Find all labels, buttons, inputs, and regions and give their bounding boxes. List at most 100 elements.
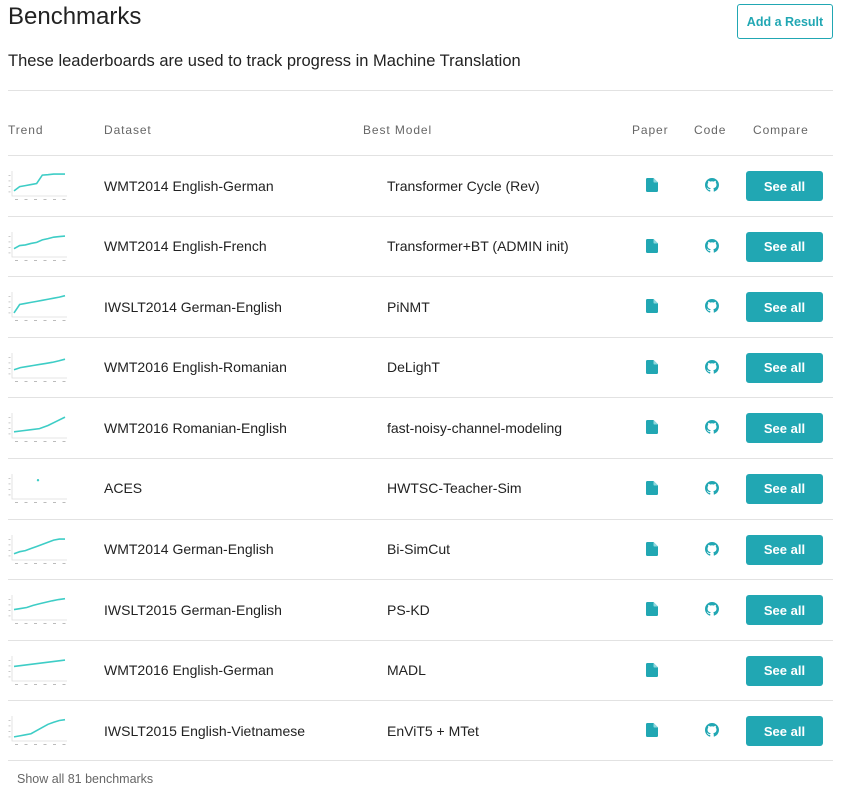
sparkline-tick-label xyxy=(8,670,11,672)
file-icon[interactable] xyxy=(646,602,658,617)
file-icon[interactable] xyxy=(646,178,658,192)
file-icon[interactable] xyxy=(646,359,658,374)
see-all-button[interactable]: See all xyxy=(746,534,823,565)
sparkline-line xyxy=(13,598,66,611)
dataset-link[interactable]: IWSLT2015 English-Vietnamese xyxy=(104,701,305,760)
sparkline-line xyxy=(13,358,66,371)
table-row: IWSLT2014 German-English PiNMT See all xyxy=(8,276,833,337)
show-all-benchmarks-link[interactable]: Show all 81 benchmarks xyxy=(17,772,153,786)
file-icon[interactable] xyxy=(646,662,658,677)
page-subtitle: These leaderboards are used to track pro… xyxy=(8,52,521,70)
table-row: WMT2014 German-English Bi-SimCut See all xyxy=(8,518,833,580)
sparkline-tick-label xyxy=(43,744,47,746)
see-all-button[interactable]: See all xyxy=(746,716,823,747)
sparkline-tick-label xyxy=(8,736,11,738)
github-icon[interactable] xyxy=(705,178,719,192)
table-row: WMT2016 Romanian-English fast-noisy-chann… xyxy=(8,397,833,458)
sparkline-tick-label xyxy=(62,501,66,503)
sparkline-tick-label xyxy=(8,483,11,485)
best-model-name: Transformer Cycle (Rev) xyxy=(387,177,540,194)
sparkline-tick-label xyxy=(34,562,37,564)
file-icon[interactable] xyxy=(646,480,658,495)
github-icon[interactable] xyxy=(705,480,719,495)
sparkline-tick-label xyxy=(8,659,11,661)
add-result-button[interactable]: Add a Result xyxy=(737,4,833,39)
sparkline-tick-label xyxy=(8,252,11,253)
sparkline-tick-label xyxy=(34,744,37,746)
sparkline-tick-label xyxy=(8,246,11,248)
github-icon[interactable] xyxy=(705,299,719,313)
best-model-name: MADL xyxy=(387,662,426,679)
see-all-button[interactable]: See all xyxy=(746,171,823,201)
file-icon[interactable] xyxy=(646,420,658,435)
sparkline-tick-label xyxy=(24,744,28,746)
column-header-paper: Paper xyxy=(632,123,669,137)
sparkline-tick-label xyxy=(24,259,28,261)
sparkline-tick-label xyxy=(8,307,11,308)
table-row: WMT2016 English-German MADL See all xyxy=(8,639,833,701)
sparkline-line xyxy=(13,234,66,249)
file-icon[interactable] xyxy=(646,299,658,314)
file-icon[interactable] xyxy=(646,238,658,253)
github-icon[interactable] xyxy=(705,723,719,737)
sparkline-tick-label xyxy=(8,604,11,606)
table-row: WMT2014 English-German Transformer Cycle … xyxy=(8,155,833,216)
sparkline-tick-label xyxy=(15,501,18,503)
see-all-button[interactable]: See all xyxy=(746,595,823,626)
dataset-link[interactable]: IWSLT2015 German-English xyxy=(104,580,282,639)
dataset-link[interactable]: WMT2014 German-English xyxy=(104,520,274,579)
sparkline-tick-label xyxy=(24,623,28,625)
sparkline-line xyxy=(13,295,66,314)
column-header-dataset: Dataset xyxy=(104,123,152,137)
github-icon[interactable] xyxy=(705,602,719,616)
github-icon[interactable] xyxy=(705,541,719,556)
file-icon[interactable] xyxy=(646,541,658,556)
dataset-link[interactable]: WMT2016 Romanian-English xyxy=(104,398,287,457)
see-all-button[interactable]: See all xyxy=(746,231,823,262)
sparkline-tick-label xyxy=(34,199,37,200)
github-icon[interactable] xyxy=(705,420,719,435)
dataset-link[interactable]: ACES xyxy=(104,459,142,518)
sparkline-tick-label xyxy=(8,725,11,727)
sparkline-tick-label xyxy=(62,380,66,382)
best-model-name: HWTSC-Teacher-Sim xyxy=(387,480,522,497)
see-all-button[interactable]: See all xyxy=(746,413,823,444)
sparkline-tick-label xyxy=(8,488,11,490)
dataset-link[interactable]: WMT2014 English-French xyxy=(104,217,267,276)
sparkline-tick-label xyxy=(24,562,28,564)
sparkline-tick-label xyxy=(15,199,18,200)
sparkline-tick-label xyxy=(43,199,47,200)
sparkline-tick-label xyxy=(34,683,37,685)
best-model-name: DeLighT xyxy=(387,359,440,376)
sparkline-tick-label xyxy=(8,191,11,193)
dataset-link[interactable]: WMT2016 English-German xyxy=(104,641,274,700)
sparkline-tick-label xyxy=(43,623,47,625)
sparkline-tick-label xyxy=(62,623,66,625)
see-all-button[interactable]: See all xyxy=(746,655,823,686)
dataset-link[interactable]: WMT2016 English-Romanian xyxy=(104,338,287,397)
sparkline-tick-label xyxy=(62,683,66,685)
sparkline-tick-label xyxy=(62,199,66,200)
trend-sparkline xyxy=(8,170,68,202)
file-icon[interactable] xyxy=(646,723,658,738)
sparkline-tick-label xyxy=(24,380,28,382)
sparkline-tick-label xyxy=(8,615,11,617)
github-icon[interactable] xyxy=(705,238,719,253)
github-icon[interactable] xyxy=(705,359,719,374)
sparkline-tick-label xyxy=(8,676,11,678)
sparkline-tick-label xyxy=(15,259,18,261)
dataset-link[interactable]: WMT2014 English-German xyxy=(104,156,274,215)
dataset-link[interactable]: IWSLT2014 German-English xyxy=(104,277,282,336)
sparkline-tick-label xyxy=(8,180,11,182)
sparkline-tick-label xyxy=(8,494,11,496)
sparkline-tick-label xyxy=(8,312,11,314)
see-all-button[interactable]: See all xyxy=(746,473,823,504)
see-all-button[interactable]: See all xyxy=(746,292,823,323)
sparkline-tick-label xyxy=(8,301,11,303)
sparkline-tick-label xyxy=(15,683,18,685)
benchmarks-table: WMT2014 English-German Transformer Cycle … xyxy=(8,155,833,761)
column-header-code: Code xyxy=(694,123,727,137)
sparkline-tick-label xyxy=(8,549,11,551)
see-all-button[interactable]: See all xyxy=(746,352,823,383)
sparkline-line xyxy=(13,719,66,739)
